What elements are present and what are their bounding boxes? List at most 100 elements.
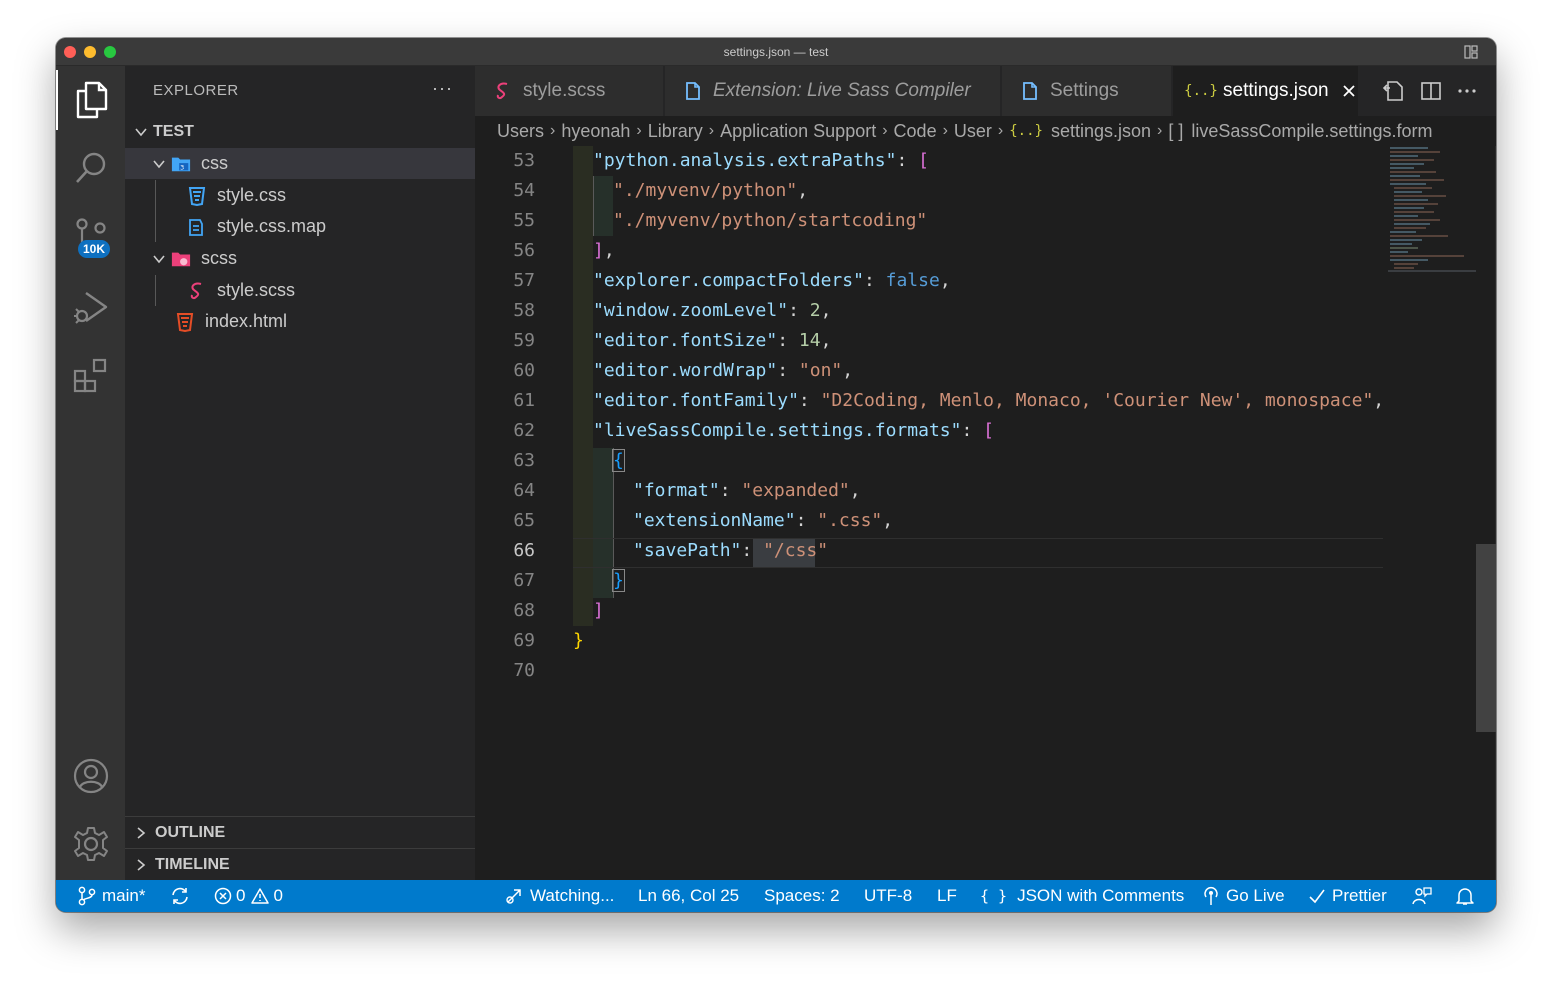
tree-item-label: index.html xyxy=(205,311,288,331)
sync-status[interactable] xyxy=(170,880,196,912)
line-number: 58 xyxy=(513,300,535,321)
breadcrumb-item[interactable]: hyeonah xyxy=(561,121,630,142)
html-file-icon xyxy=(175,312,195,332)
svg-text:3: 3 xyxy=(180,164,184,171)
tab-settings[interactable]: Settings xyxy=(1002,66,1172,116)
breadcrumb-item[interactable]: settings.json xyxy=(1051,121,1151,142)
line-number: 60 xyxy=(513,360,535,381)
overview-ruler xyxy=(1495,146,1496,880)
breadcrumb-item[interactable]: Application Support xyxy=(720,121,876,142)
line-number: 55 xyxy=(513,210,535,231)
account-icon xyxy=(73,758,108,794)
outline-section[interactable]: OUTLINE xyxy=(125,816,475,848)
git-branch-icon xyxy=(78,886,96,906)
branch-status[interactable]: main* xyxy=(78,880,145,912)
accounts-activity[interactable] xyxy=(56,746,125,806)
code-line: 54 "./myvenv/python", xyxy=(475,176,1475,206)
explorer-more-actions[interactable]: ··· xyxy=(432,78,453,99)
chevron-right-icon: › xyxy=(997,122,1004,139)
sass-file-icon xyxy=(493,81,513,101)
breadcrumb-item[interactable]: Code xyxy=(894,121,937,142)
code-line: 65 "extensionName": ".css", xyxy=(475,506,1475,536)
close-icon[interactable] xyxy=(1341,83,1357,99)
prettier-label: Prettier xyxy=(1332,886,1387,905)
problems-status[interactable]: 0 0 xyxy=(214,880,283,912)
chevron-right-icon: › xyxy=(1157,122,1163,139)
line-number: 56 xyxy=(513,240,535,261)
title-bar: settings.json — test xyxy=(56,38,1496,66)
feedback-button[interactable] xyxy=(1412,880,1438,912)
css-file-icon xyxy=(187,186,207,206)
breadcrumb-item[interactable]: Library xyxy=(648,121,703,142)
language-mode[interactable]: { } JSON with Comments xyxy=(980,880,1184,912)
tab-bar: style.scss Extension: Live Sass Compiler… xyxy=(475,66,1496,116)
code-line: 57 "explorer.compactFolders": false, xyxy=(475,266,1475,296)
tree-item-label: css xyxy=(201,153,228,173)
sass-file-icon xyxy=(187,281,207,301)
tree-folder-css[interactable]: 3 css xyxy=(125,148,475,179)
warning-count: 0 xyxy=(273,886,283,905)
json-icon: {..} xyxy=(1009,123,1043,139)
live-sass-watching[interactable]: Watching... xyxy=(504,880,614,912)
chevron-right-icon xyxy=(137,826,146,839)
tree-file-style-scss[interactable]: style.scss xyxy=(125,275,475,306)
chevron-right-icon: › xyxy=(550,122,556,139)
source-control-badge: 10K xyxy=(78,240,111,258)
run-debug-icon xyxy=(73,292,107,324)
timeline-title: TIMELINE xyxy=(155,855,230,873)
run-debug-activity[interactable] xyxy=(56,278,125,338)
code-line: 69 } xyxy=(475,626,1475,656)
code-line: 53 "python.analysis.extraPaths": [ xyxy=(475,146,1475,176)
code-line: 66 "savePath": "/css" xyxy=(475,536,1475,566)
line-number: 69 xyxy=(513,630,535,651)
code-line: 67 } xyxy=(475,566,1475,596)
prettier-status[interactable]: Prettier xyxy=(1308,880,1387,912)
indentation-status[interactable]: Spaces: 2 xyxy=(764,880,840,912)
breadcrumb-item[interactable]: Users xyxy=(497,121,544,142)
split-editor-icon[interactable] xyxy=(1420,80,1442,102)
array-icon: [ ] xyxy=(1168,120,1184,141)
chevron-down-icon xyxy=(135,127,147,136)
folder-sass-icon xyxy=(171,249,191,269)
tab-style-scss[interactable]: style.scss xyxy=(475,66,664,116)
more-actions-icon[interactable] xyxy=(1456,80,1478,102)
code-line: 59 "editor.fontSize": 14, xyxy=(475,326,1475,356)
folder-css-icon: 3 xyxy=(171,154,191,174)
notifications-button[interactable] xyxy=(1456,880,1480,912)
window-title: settings.json — test xyxy=(723,45,829,59)
customize-layout-icon[interactable] xyxy=(1464,45,1478,59)
explorer-activity[interactable] xyxy=(56,70,125,130)
go-live-button[interactable]: Go Live xyxy=(1202,880,1285,912)
cursor-position[interactable]: Ln 66, Col 25 xyxy=(638,880,739,912)
extensions-activity[interactable] xyxy=(56,346,125,406)
code-editor[interactable]: 53 "python.analysis.extraPaths": [ 54 ".… xyxy=(475,146,1496,880)
open-settings-json-icon[interactable] xyxy=(1382,79,1406,103)
warning-icon xyxy=(251,888,270,904)
vertical-scrollbar[interactable] xyxy=(1476,544,1496,732)
breadcrumb: Users › hyeonah › Library › Application … xyxy=(475,116,1496,146)
tree-file-index-html[interactable]: index.html xyxy=(125,306,475,337)
line-number: 66 xyxy=(513,540,535,561)
breadcrumb-item[interactable]: User xyxy=(954,121,992,142)
tree-file-style-css-map[interactable]: style.css.map xyxy=(125,211,475,242)
chevron-down-icon xyxy=(153,159,165,168)
search-activity[interactable] xyxy=(56,138,125,198)
tab-label: style.scss xyxy=(523,80,606,101)
editor-area: style.scss Extension: Live Sass Compiler… xyxy=(475,66,1496,880)
encoding-status[interactable]: UTF-8 xyxy=(864,880,912,912)
tree-file-style-css[interactable]: style.css xyxy=(125,180,475,211)
tree-folder-scss[interactable]: scss xyxy=(125,243,475,274)
breadcrumb-item[interactable]: liveSassCompile.settings.form xyxy=(1191,121,1432,142)
manage-activity[interactable] xyxy=(56,814,125,874)
timeline-section[interactable]: TIMELINE xyxy=(125,848,475,880)
search-icon xyxy=(75,152,105,183)
tab-settings-json[interactable]: {..} settings.json xyxy=(1173,66,1359,116)
tab-extension-live-sass[interactable]: Extension: Live Sass Compiler xyxy=(665,66,1001,116)
minimap[interactable] xyxy=(1388,146,1476,286)
eol-status[interactable]: LF xyxy=(937,880,957,912)
broadcast-icon xyxy=(506,889,521,904)
code-line: 61 "editor.fontFamily": "D2Coding, Menlo… xyxy=(475,386,1475,416)
workspace-root[interactable]: TEST xyxy=(125,116,475,147)
workspace-root-label: TEST xyxy=(153,122,194,140)
go-live-label: Go Live xyxy=(1226,886,1285,905)
